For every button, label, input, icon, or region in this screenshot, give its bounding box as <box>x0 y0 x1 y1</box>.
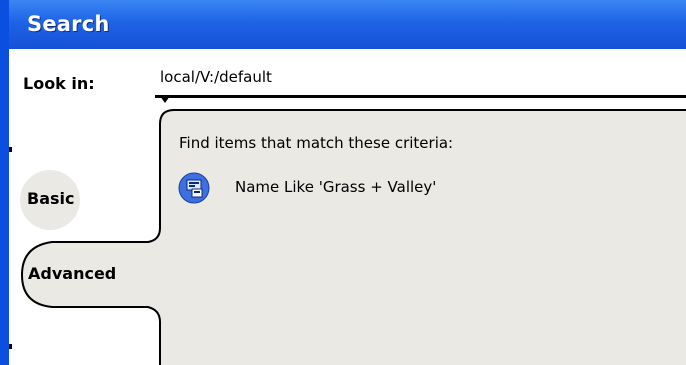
criteria-heading: Find items that match these criteria: <box>179 134 454 152</box>
criteria-rule-icon[interactable] <box>178 172 210 204</box>
tab-basic-label[interactable]: Basic <box>27 189 74 208</box>
criteria-rule-text[interactable]: Name Like 'Grass + Valley' <box>235 178 436 196</box>
tab-advanced-label[interactable]: Advanced <box>28 264 116 283</box>
